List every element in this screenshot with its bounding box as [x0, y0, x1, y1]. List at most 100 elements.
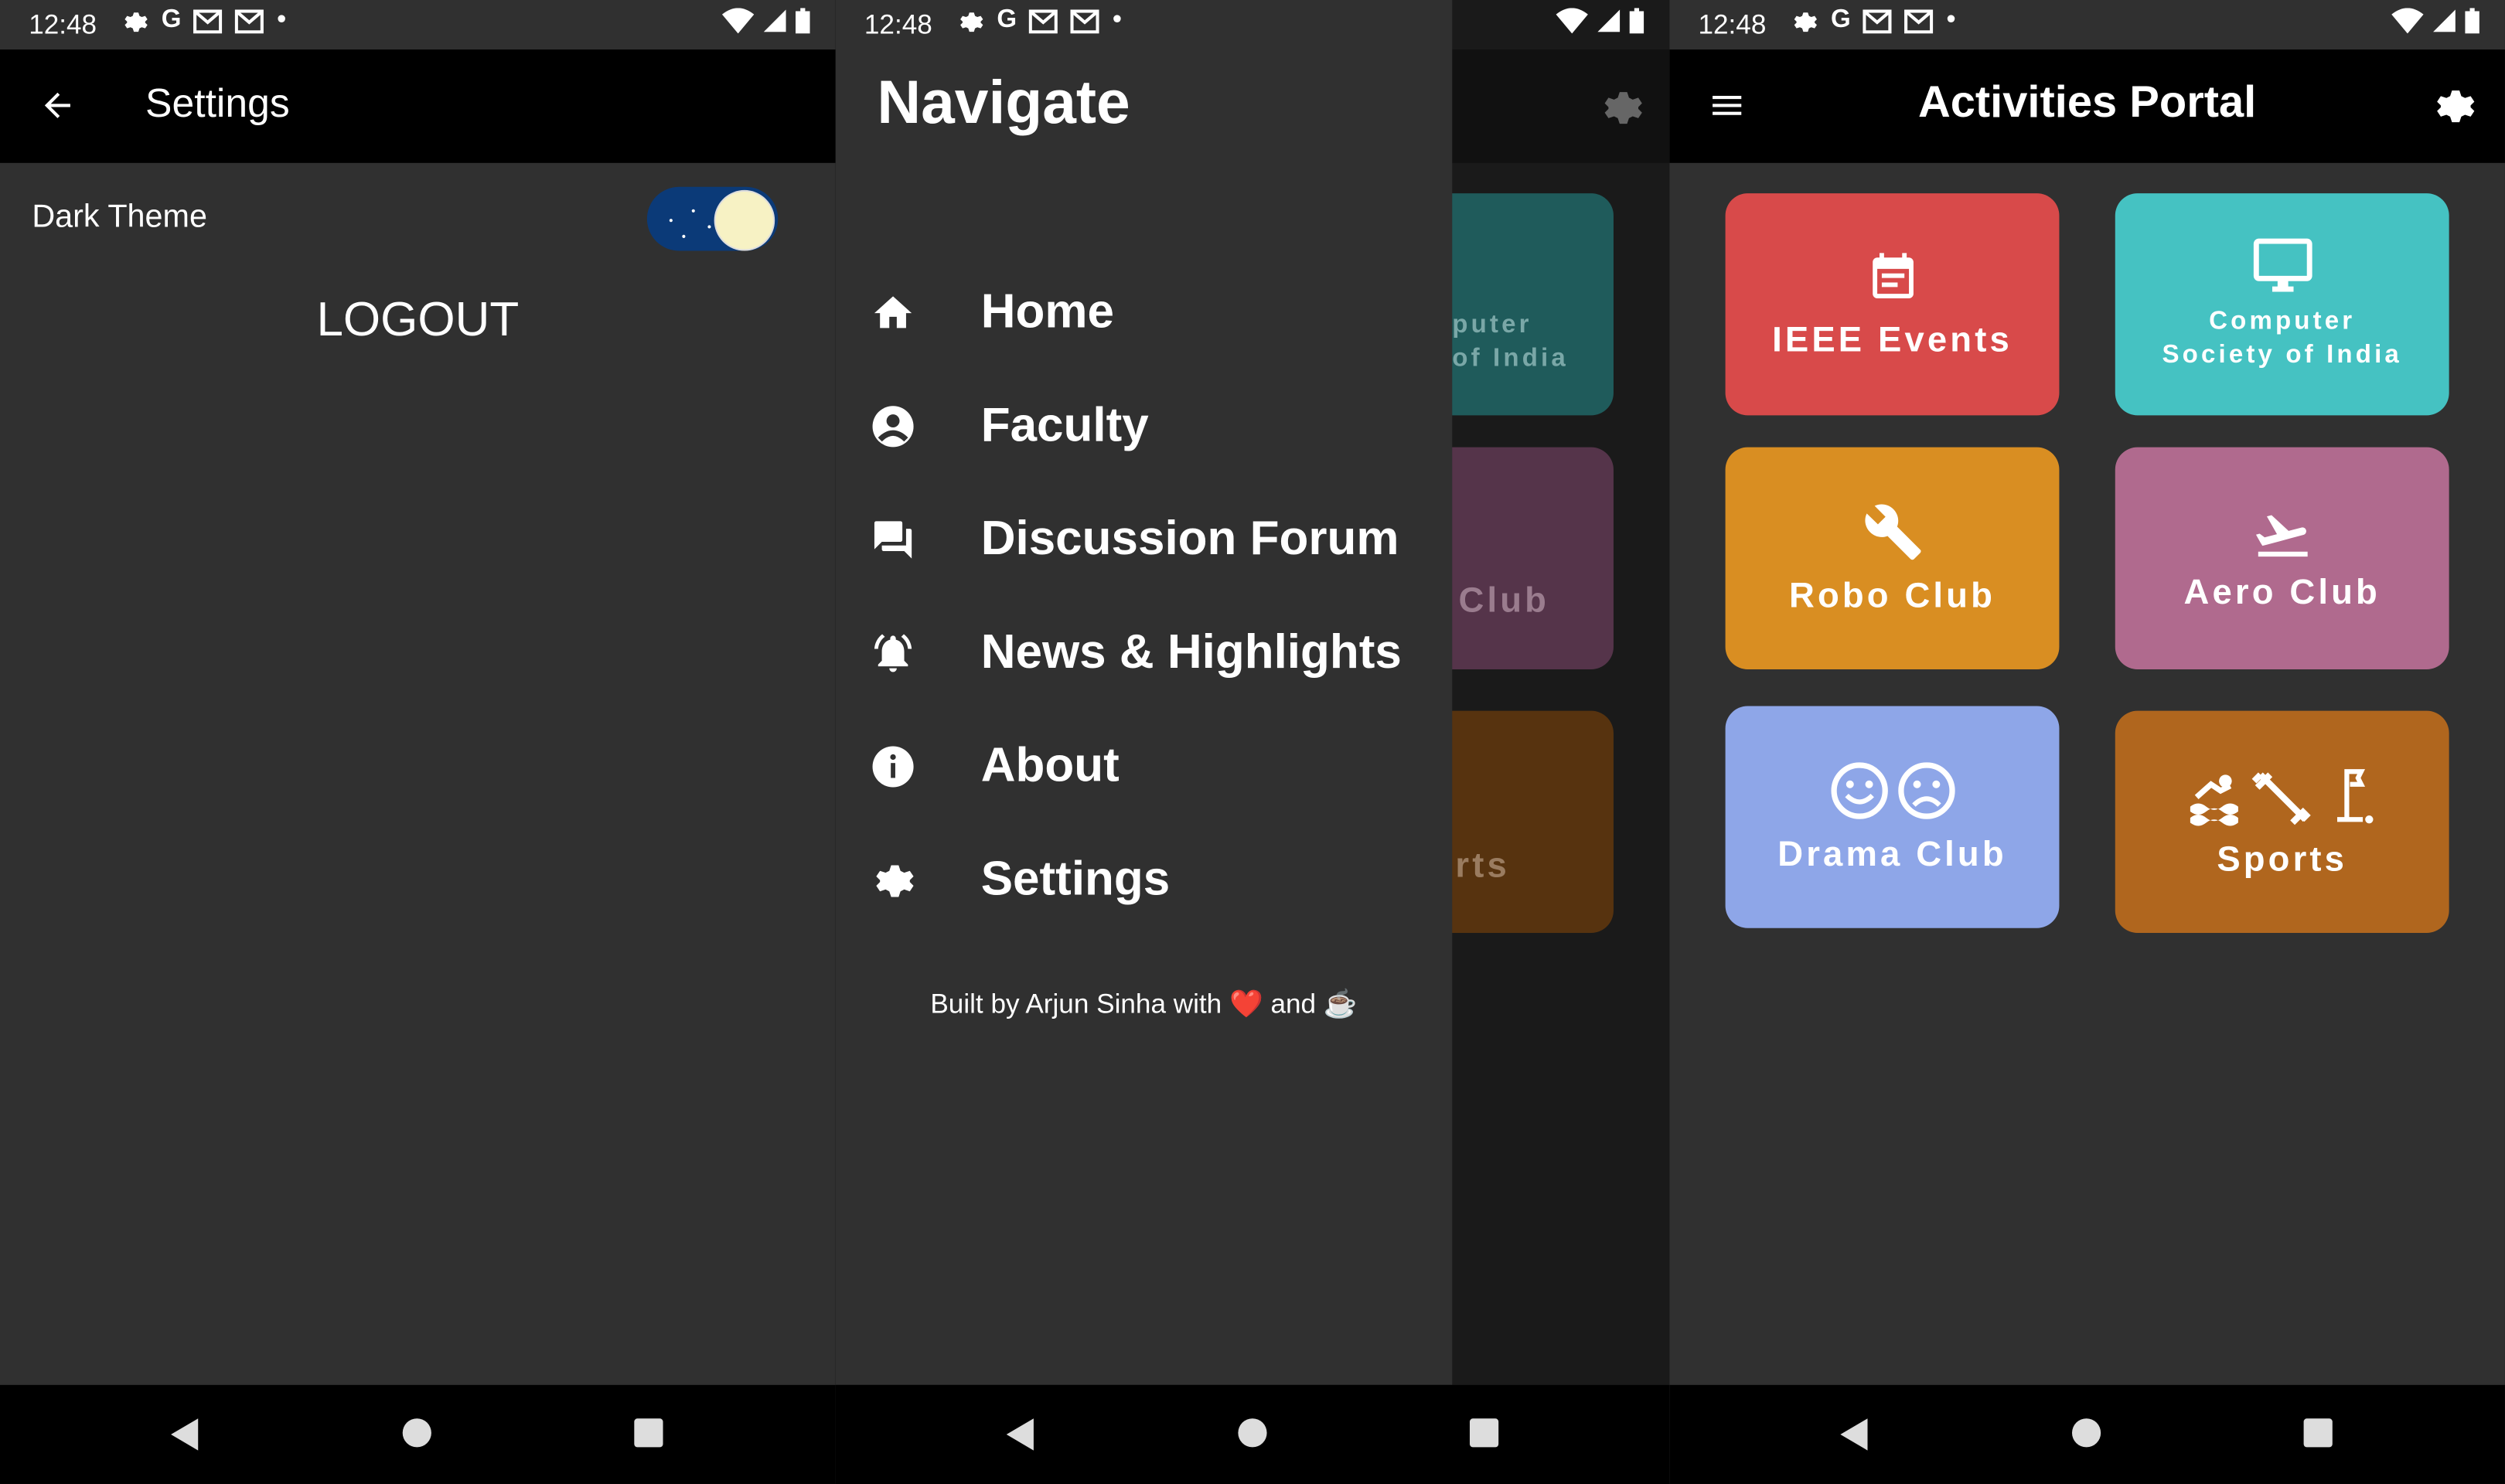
- gmail-icon: [1863, 9, 1893, 33]
- status-bar: 12:48 G •: [0, 0, 836, 49]
- portal-screen: 12:48 G • Activities Portal IEEE Events: [1669, 0, 2505, 1484]
- gear-icon: [124, 12, 148, 32]
- credit-text: Built by Arjun Sinha with ❤️ and ☕: [930, 989, 1358, 1019]
- recents-nav-icon[interactable]: [2302, 1417, 2334, 1448]
- battery-icon: [796, 8, 810, 34]
- dimmed-tile-label: puter: [1452, 311, 1532, 339]
- tile-robo-club[interactable]: Robo Club: [1725, 447, 2060, 669]
- navigation-drawer: 12:48 G • Navigate Home Faculty Discussi…: [835, 0, 1453, 1385]
- dimmed-tile-label: Club: [1458, 580, 1550, 620]
- star-icon: [707, 225, 711, 229]
- battery-icon: [1629, 8, 1644, 34]
- gear-icon: [875, 865, 913, 897]
- gmail-icon: [193, 9, 223, 33]
- status-time: 12:48: [864, 9, 932, 40]
- wifi-icon: [1556, 8, 1588, 34]
- nav-item-label: Faculty: [980, 399, 1149, 452]
- drawer-title: Navigate: [877, 70, 1130, 138]
- system-icons: [1556, 8, 1644, 34]
- star-icon: [682, 234, 686, 238]
- signal-icon: [1597, 9, 1621, 32]
- home-nav-icon[interactable]: [401, 1417, 433, 1448]
- dimmed-tile-label: of India: [1452, 345, 1569, 373]
- nav-item-settings[interactable]: Settings: [836, 836, 1453, 925]
- monitor-icon: [2252, 237, 2312, 291]
- nav-item-discussion-forum[interactable]: Discussion Forum: [836, 495, 1453, 585]
- battery-icon: [2465, 8, 2479, 34]
- signal-icon: [763, 9, 786, 32]
- notification-icons: G •: [121, 6, 286, 35]
- tile-label: Robo Club: [1789, 574, 1996, 614]
- status-bar: 12:48 G •: [1669, 0, 2505, 49]
- gmail-icon: [1904, 9, 1934, 33]
- sports-icons: [2189, 768, 2373, 825]
- system-icons: [721, 8, 810, 34]
- tile-sports[interactable]: Sports: [2115, 710, 2449, 933]
- notifications-active-icon: [873, 634, 912, 672]
- system-nav-bar: [1669, 1384, 2505, 1484]
- back-arrow-icon[interactable]: [39, 87, 77, 125]
- tile-label: Sports: [2217, 837, 2348, 878]
- status-bar: 12:48 G •: [836, 0, 1453, 49]
- nav-item-about[interactable]: About: [836, 722, 1453, 812]
- tile-label: Drama Club: [1777, 832, 2007, 873]
- gmail-icon: [1029, 9, 1058, 33]
- nav-item-home[interactable]: Home: [836, 268, 1453, 358]
- gear-icon[interactable]: [1599, 85, 1644, 130]
- recents-nav-icon[interactable]: [1468, 1417, 1500, 1448]
- back-nav-icon[interactable]: [1839, 1417, 1870, 1452]
- google-icon: G: [161, 6, 182, 34]
- nav-item-news-highlights[interactable]: News & Highlights: [836, 608, 1453, 698]
- tile-label: IEEE Events: [1772, 318, 2013, 359]
- page-title: Settings: [145, 81, 290, 127]
- dark-theme-toggle[interactable]: [646, 186, 779, 251]
- home-nav-icon[interactable]: [1236, 1417, 1268, 1448]
- recents-nav-icon[interactable]: [632, 1417, 664, 1448]
- status-time: 12:48: [29, 9, 97, 40]
- nav-item-label: News & Highlights: [980, 626, 1402, 679]
- dimmed-tile-label: rts: [1455, 845, 1510, 885]
- home-nav-icon[interactable]: [2070, 1417, 2102, 1448]
- gmail-icon: [1071, 9, 1100, 33]
- wifi-icon: [721, 8, 755, 34]
- signal-icon: [2432, 9, 2456, 32]
- tile-computer-society[interactable]: Computer Society of India: [2115, 193, 2449, 416]
- star-icon: [669, 219, 673, 223]
- nav-item-faculty[interactable]: Faculty: [836, 382, 1453, 471]
- dark-theme-label: Dark Theme: [32, 199, 207, 235]
- notification-icons: G •: [1791, 6, 1955, 35]
- gear-icon[interactable]: [2432, 83, 2476, 128]
- status-time: 12:48: [1698, 9, 1767, 40]
- app-bar: Settings: [0, 49, 836, 163]
- nav-item-label: Settings: [980, 853, 1171, 906]
- google-icon: G: [997, 6, 1017, 34]
- tile-label: Society of India: [2162, 341, 2402, 369]
- tile-ieee-events[interactable]: IEEE Events: [1725, 193, 2060, 416]
- dot-icon: •: [1946, 6, 1956, 34]
- info-icon: [871, 746, 913, 788]
- drawer-screen: puter of India Club rts 12:48 G • Naviga…: [835, 0, 1670, 1484]
- gear-icon: [960, 12, 983, 32]
- system-nav-bar: [835, 1384, 1670, 1484]
- forum-icon: [873, 521, 912, 559]
- calendar-icon: [1872, 252, 1913, 298]
- settings-screen: 12:48 G • Settings Dark Theme LOGOUT: [0, 0, 836, 1484]
- gear-icon: [1794, 12, 1817, 32]
- tile-aero-club[interactable]: Aero Club: [2115, 447, 2449, 669]
- smiley-faces-icon: [1830, 761, 1955, 819]
- dot-icon: •: [1113, 6, 1122, 34]
- back-nav-icon[interactable]: [169, 1417, 201, 1452]
- tile-label: Computer: [2209, 307, 2356, 335]
- logout-button[interactable]: LOGOUT: [0, 294, 836, 348]
- wrench-icon: [1864, 503, 1920, 560]
- system-icons: [2391, 8, 2479, 34]
- system-nav-bar: [0, 1384, 836, 1484]
- back-nav-icon[interactable]: [1005, 1417, 1037, 1452]
- plane-icon: [2254, 514, 2307, 556]
- nav-item-label: Discussion Forum: [980, 512, 1399, 566]
- app-bar: Activities Portal: [1669, 49, 2505, 163]
- tile-drama-club[interactable]: Drama Club: [1725, 706, 2060, 928]
- dimmed-appbar: [1452, 49, 1670, 163]
- star-icon: [691, 209, 695, 213]
- wifi-icon: [2391, 8, 2424, 34]
